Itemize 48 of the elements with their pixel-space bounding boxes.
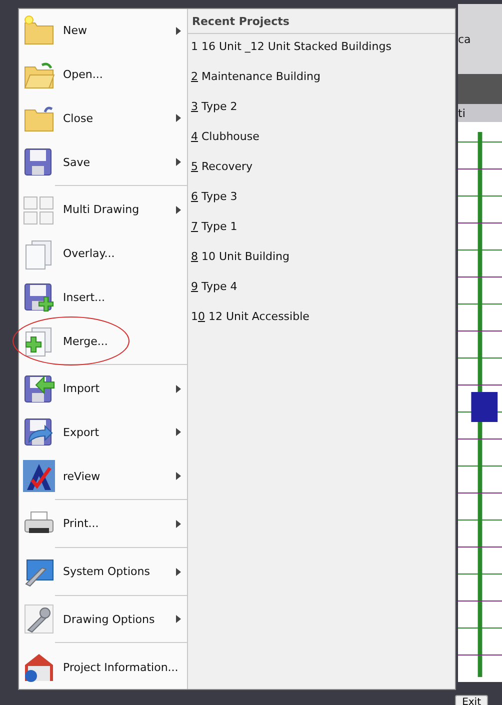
- submenu-arrow-icon: [176, 384, 181, 393]
- menu-item[interactable]: New: [19, 9, 187, 53]
- menu-item[interactable]: Insert...: [19, 275, 187, 320]
- menu-item[interactable]: reView: [19, 454, 187, 498]
- submenu-arrow-icon: [176, 26, 181, 35]
- recent-project-item[interactable]: 7 Type 1: [188, 219, 455, 249]
- wrench-icon: [23, 603, 55, 636]
- menu-item[interactable]: Close: [19, 96, 187, 140]
- toolbar-label: ca: [458, 32, 471, 46]
- menu-item[interactable]: Open...: [19, 52, 187, 96]
- recent-project-item[interactable]: 3 Type 2: [188, 99, 455, 129]
- exit-button[interactable]: Exit: [455, 695, 488, 705]
- toolbar-strip: [458, 74, 502, 104]
- submenu-arrow-icon: [176, 520, 181, 528]
- menu-item[interactable]: Project Information...: [19, 645, 187, 690]
- recent-project-item[interactable]: 9 Type 4: [188, 279, 455, 309]
- recent-project-item[interactable]: 1 16 Unit _12 Unit Stacked Buildings: [188, 39, 455, 69]
- recent-projects-heading: Recent Projects: [188, 9, 455, 34]
- submenu-arrow-icon: [176, 114, 181, 122]
- recent-project-item[interactable]: 5 Recovery: [188, 159, 455, 189]
- floppy-disk-icon: [23, 281, 55, 314]
- menu-item[interactable]: Overlay...: [19, 232, 187, 276]
- recent-project-item[interactable]: 10 12 Unit Accessible: [188, 309, 455, 339]
- menu-item[interactable]: Drawing Options: [19, 598, 187, 642]
- house-icon: [23, 651, 55, 684]
- checkmark-icon: [23, 460, 55, 492]
- recent-project-item[interactable]: 6 Type 3: [188, 189, 455, 219]
- submenu-arrow-icon: [176, 158, 181, 166]
- menu-item[interactable]: Export: [19, 410, 187, 454]
- recent-project-item[interactable]: 8 10 Unit Building: [188, 249, 455, 279]
- menu-item[interactable]: Print...: [19, 502, 187, 546]
- menu-item[interactable]: System Options: [19, 550, 187, 594]
- floppy-disk-icon: [23, 416, 55, 448]
- menu-item[interactable]: Import: [19, 366, 187, 411]
- floppy-disk-icon: [23, 372, 55, 405]
- submenu-arrow-icon: [176, 472, 181, 480]
- folder-icon: [23, 14, 55, 47]
- submenu-arrow-icon: [176, 615, 181, 624]
- menu-item[interactable]: Save: [19, 140, 187, 184]
- menu-item[interactable]: Multi Drawing: [19, 188, 187, 232]
- submenu-arrow-icon: [176, 428, 181, 436]
- menu-item[interactable]: Merge...: [19, 319, 187, 363]
- grid-icon: [23, 194, 55, 226]
- recent-project-item[interactable]: 2 Maintenance Building: [188, 69, 455, 99]
- submenu-arrow-icon: [176, 568, 181, 576]
- recent-project-item[interactable]: 4 Clubhouse: [188, 129, 455, 159]
- submenu-arrow-icon: [176, 206, 181, 214]
- tab-label: ti: [458, 106, 466, 120]
